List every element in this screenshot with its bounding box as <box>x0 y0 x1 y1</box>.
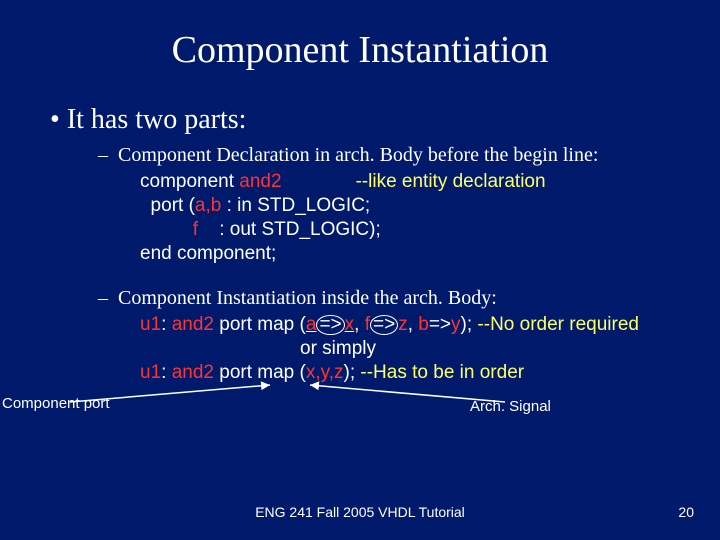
t: b <box>418 314 429 335</box>
t: : <box>161 314 172 335</box>
inst-line-1: u1: and2 port map (a=>x, f=>z, b=>y); --… <box>140 314 680 336</box>
arrow-icon: => <box>370 315 398 335</box>
t: --like entity declaration <box>355 171 545 192</box>
callout-arch-signal: Arch. Signal <box>470 398 551 415</box>
t: port map ( <box>214 362 306 383</box>
t: port map ( <box>214 314 306 335</box>
inst-heading-text: Component Instantiation inside the arch.… <box>118 287 497 309</box>
t: u1 <box>140 314 161 335</box>
t: and2 <box>239 171 281 192</box>
decl-line-1: component and2 --like entity declaration <box>140 171 680 193</box>
t: u1 <box>140 362 161 383</box>
map-port-a: a <box>306 314 317 335</box>
bullet-main-text: It has two parts: <box>67 104 247 135</box>
t: => <box>429 314 451 335</box>
bullet-main: • It has two parts: <box>50 104 680 136</box>
decl-line-3: f : out STD_LOGIC); <box>140 219 680 241</box>
t: , <box>354 314 365 335</box>
t: z <box>398 314 408 335</box>
t: and2 <box>172 314 214 335</box>
t: or simply <box>300 338 376 359</box>
t: ); <box>344 362 361 383</box>
footer-text: ENG 241 Fall 2005 VHDL Tutorial <box>0 504 720 520</box>
t: --Has to be in order <box>360 362 524 383</box>
callout-component-port: Component port <box>2 395 110 412</box>
inst-line-or: or simply <box>300 338 680 360</box>
t: : <box>161 362 172 383</box>
page-number: 20 <box>678 504 694 520</box>
t: component <box>140 171 239 192</box>
t: , <box>408 314 419 335</box>
inst-line-3: u1: and2 port map (x,y,z); --Has to be i… <box>140 362 680 384</box>
t: --No order required <box>477 314 639 335</box>
t: ); <box>461 314 478 335</box>
t: x,y,z <box>306 362 344 383</box>
decl-line-4: end component; <box>140 243 680 265</box>
map-sig-x: x <box>345 314 355 335</box>
slide: Component Instantiation • It has two par… <box>0 0 720 540</box>
t: end component; <box>140 243 276 264</box>
t <box>140 219 193 240</box>
annotation-arrows <box>0 0 720 540</box>
t: y <box>451 314 461 335</box>
decl-heading: – Component Declaration in arch. Body be… <box>98 144 680 167</box>
t <box>282 171 356 192</box>
slide-title: Component Instantiation <box>40 28 680 72</box>
decl-heading-text: Component Declaration in arch. Body befo… <box>118 144 598 166</box>
t: and2 <box>172 362 214 383</box>
decl-line-2: port (a,b : in STD_LOGIC; <box>140 195 680 217</box>
t: port ( <box>140 195 195 216</box>
t: a,b <box>195 195 221 216</box>
t: : in STD_LOGIC; <box>221 195 370 216</box>
arrow-icon: => <box>316 315 344 335</box>
inst-heading: – Component Instantiation inside the arc… <box>98 287 680 310</box>
t: : out STD_LOGIC); <box>198 219 381 240</box>
